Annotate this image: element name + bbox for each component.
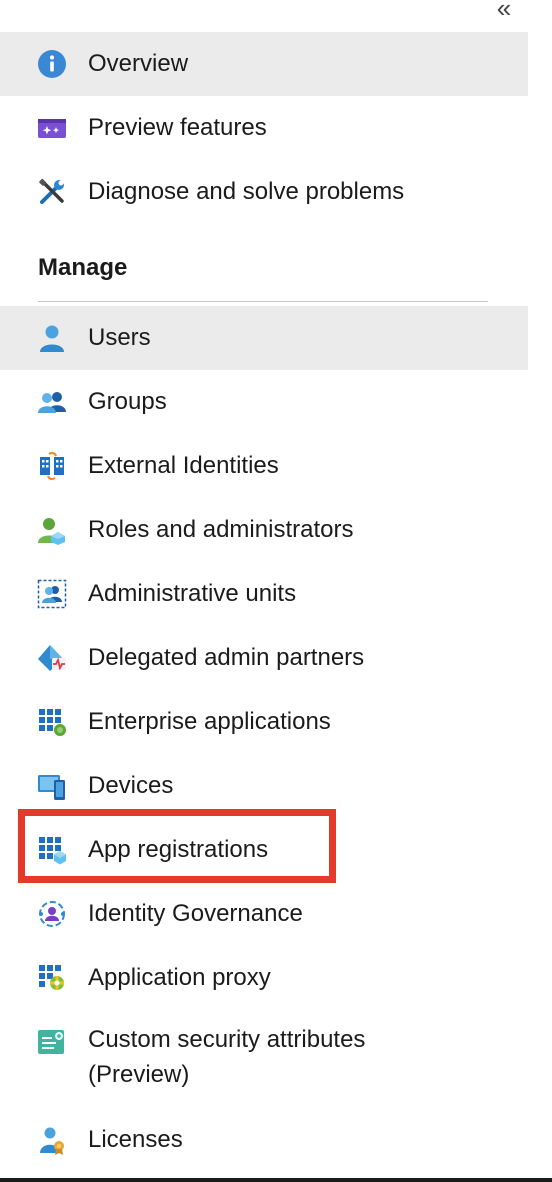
menu-item-preview-features[interactable]: Preview features (0, 96, 528, 160)
menu-item-label: Licenses (88, 1126, 183, 1153)
menu-item-app-registrations[interactable]: App registrations (0, 818, 528, 882)
menu-item-label: Custom security attributes (88, 1026, 366, 1053)
menu-item-devices[interactable]: Devices (0, 754, 528, 818)
preview-features-icon (37, 113, 67, 143)
licenses-icon (37, 1125, 67, 1155)
menu-item-label-line2: (Preview) (88, 1061, 190, 1088)
menu-item-label: Preview features (88, 114, 267, 141)
groups-icon (37, 387, 67, 417)
section-divider (38, 301, 488, 302)
menu-item-label: Devices (88, 772, 174, 799)
menu-item-label: Administrative units (88, 580, 297, 607)
menu-item-licenses[interactable]: Licenses (0, 1108, 528, 1172)
menu-item-label: Roles and administrators (88, 516, 354, 543)
external-identities-icon (37, 451, 67, 481)
info-icon (37, 49, 67, 79)
menu-item-label: Enterprise applications (88, 708, 331, 735)
menu-item-users[interactable]: Users (0, 306, 528, 370)
menu-item-overview[interactable]: Overview (0, 32, 528, 96)
identity-governance-icon (37, 899, 67, 929)
menu-item-label: Users (88, 324, 151, 351)
custom-security-icon (37, 1027, 67, 1057)
menu-item-identity-governance[interactable]: Identity Governance (0, 882, 528, 946)
delegated-admin-icon (37, 643, 67, 673)
application-proxy-icon (37, 963, 67, 993)
menu-item-delegated-admin[interactable]: Delegated admin partners (0, 626, 528, 690)
menu-item-application-proxy[interactable]: Application proxy (0, 946, 528, 1010)
menu-item-external-identities[interactable]: External Identities (0, 434, 528, 498)
roles-icon (37, 515, 67, 545)
admin-units-icon (37, 579, 67, 609)
menu-item-roles[interactable]: Roles and administrators (0, 498, 528, 562)
devices-icon (37, 771, 67, 801)
menu-item-label: Application proxy (88, 964, 271, 991)
menu-item-label: App registrations (88, 836, 269, 863)
user-icon (37, 323, 67, 353)
menu-item-label: Identity Governance (88, 900, 303, 927)
menu-item-label: Groups (88, 388, 167, 415)
wrench-icon (37, 177, 67, 207)
menu-item-enterprise-applications[interactable]: Enterprise applications (0, 690, 528, 754)
menu-item-administrative-units[interactable]: Administrative units (0, 562, 528, 626)
menu-item-label: External Identities (88, 452, 279, 479)
section-title-manage: Manage (38, 254, 128, 281)
menu-item-label: Overview (88, 50, 189, 77)
menu-item-label: Delegated admin partners (88, 644, 365, 671)
enterprise-apps-icon (37, 707, 67, 737)
menu-item-groups[interactable]: Groups (0, 370, 528, 434)
app-registrations-icon (37, 835, 67, 865)
bottom-border (0, 1178, 552, 1182)
menu-item-custom-security-attributes[interactable]: Custom security attributes (Preview) (0, 1024, 528, 1096)
collapse-sidebar-icon[interactable]: « (490, 0, 518, 23)
menu-item-label: Diagnose and solve problems (88, 178, 405, 205)
menu-item-diagnose[interactable]: Diagnose and solve problems (0, 160, 528, 224)
